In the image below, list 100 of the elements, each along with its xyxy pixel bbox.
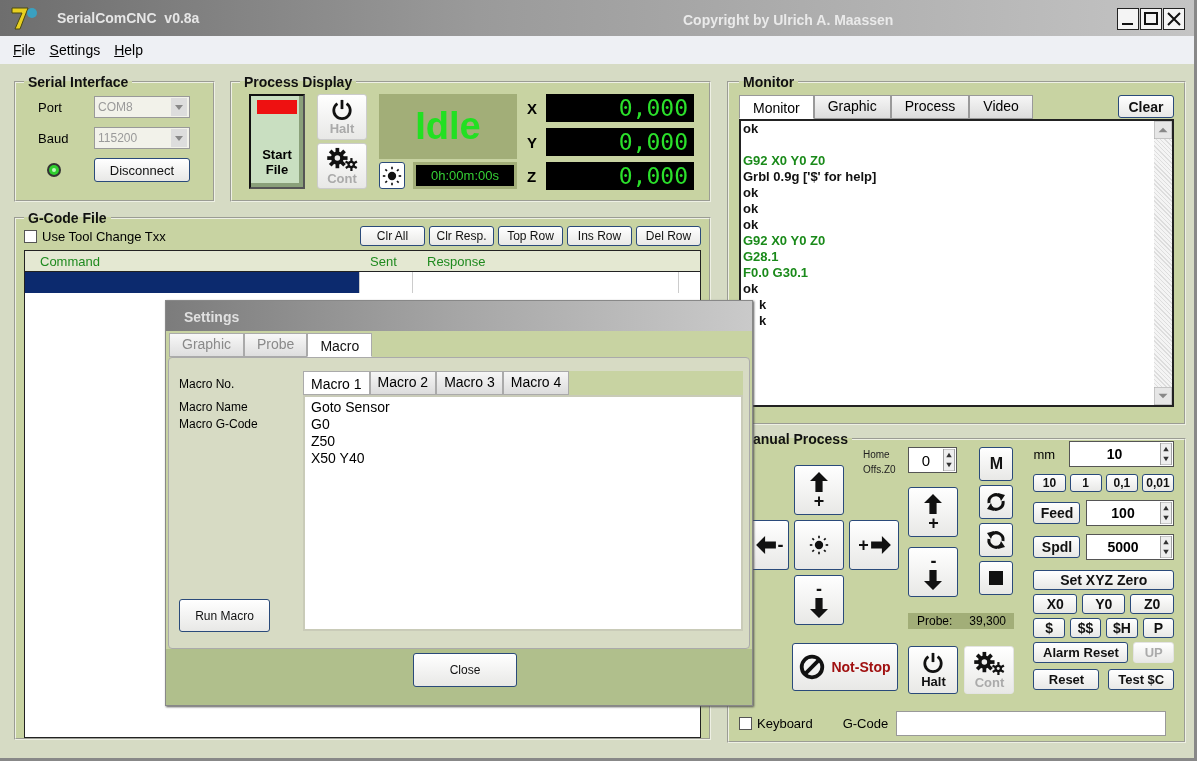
step-button[interactable]: 10 bbox=[1033, 474, 1066, 492]
table-action-button[interactable]: Clr Resp. bbox=[429, 226, 494, 246]
log-line: k bbox=[758, 313, 768, 329]
axis-label: X bbox=[527, 99, 535, 117]
stop-button[interactable] bbox=[979, 561, 1014, 595]
lamp-icon bbox=[257, 100, 297, 114]
macro-line: X50 Y40 bbox=[311, 450, 366, 467]
number-spinner[interactable]: 100 bbox=[1086, 500, 1174, 526]
jog-button[interactable]: - bbox=[908, 547, 959, 597]
macro-line: Z50 bbox=[311, 433, 337, 450]
maximize-icon[interactable] bbox=[1140, 8, 1162, 30]
table-action-button[interactable]: Ins Row bbox=[567, 226, 632, 246]
jog-button[interactable]: - bbox=[752, 520, 789, 570]
table-action-button[interactable]: Del Row bbox=[636, 226, 701, 246]
tab[interactable]: Process bbox=[890, 95, 970, 119]
halt-button[interactable]: Halt bbox=[908, 646, 959, 694]
axis-label: Z bbox=[527, 167, 535, 185]
scrollbar[interactable] bbox=[1154, 121, 1172, 405]
menu-item[interactable]: File bbox=[13, 42, 36, 58]
minimize-icon[interactable] bbox=[1117, 8, 1139, 30]
menu-item[interactable]: Help bbox=[114, 42, 143, 58]
tool-change-checkbox[interactable]: Use Tool Change Txx bbox=[24, 228, 166, 244]
test-button[interactable]: Test $C bbox=[1108, 669, 1174, 690]
spin-arrows-icon bbox=[1160, 443, 1172, 465]
table-action-button[interactable]: Top Row bbox=[498, 226, 563, 246]
log-line: F0.0 G30.1 bbox=[743, 265, 810, 281]
table-action-button[interactable]: Clr All bbox=[360, 226, 425, 246]
jog-button[interactable]: + bbox=[908, 487, 959, 537]
spin-arrows-icon bbox=[1160, 536, 1172, 558]
arrow-icon bbox=[924, 494, 943, 514]
command-button[interactable]: $H bbox=[1106, 618, 1138, 638]
app-logo-icon bbox=[10, 5, 40, 31]
run-macro-button[interactable]: Run Macro bbox=[179, 599, 270, 632]
log-line: k bbox=[758, 297, 768, 313]
log-line: Grbl 0.9g ['$' for help] bbox=[743, 169, 878, 185]
number-spinner[interactable]: 5000 bbox=[1086, 534, 1174, 560]
tab[interactable]: Video bbox=[969, 95, 1033, 119]
jog-button[interactable]: - bbox=[794, 575, 844, 625]
window-title: SerialComCNC v0.8a bbox=[57, 10, 200, 26]
number-spinner[interactable]: 10 bbox=[1069, 441, 1174, 467]
scroll-down-icon[interactable] bbox=[1154, 387, 1172, 405]
scroll-up-icon[interactable] bbox=[1154, 121, 1172, 139]
tab[interactable]: Macro bbox=[307, 333, 373, 357]
tab[interactable]: Macro 4 bbox=[502, 371, 570, 395]
log-line: ok bbox=[743, 185, 760, 201]
axis-zero-button[interactable]: X0 bbox=[1033, 594, 1077, 614]
number-spinner[interactable]: 0 bbox=[908, 447, 958, 473]
menu-item[interactable]: Settings bbox=[49, 42, 101, 58]
light-button[interactable] bbox=[379, 162, 405, 189]
jog-button[interactable] bbox=[794, 520, 844, 570]
command-button[interactable]: $ bbox=[1033, 618, 1065, 638]
set-zero-button[interactable]: Set XYZ Zero bbox=[1033, 570, 1174, 590]
macro-text-area[interactable]: Goto Sensor G0 Z50 X50 Y40 bbox=[303, 395, 743, 631]
port-label: Port bbox=[37, 99, 63, 115]
spin-arrows-icon bbox=[1160, 502, 1172, 524]
tab[interactable]: Macro 2 bbox=[369, 371, 437, 395]
step-button[interactable]: 1 bbox=[1069, 474, 1102, 492]
keyboard-checkbox[interactable]: Keyboard bbox=[739, 716, 813, 731]
clear-button[interactable]: Clear bbox=[1118, 95, 1174, 118]
disconnect-button[interactable]: Disconnect bbox=[94, 158, 190, 182]
emergency-stop-button[interactable]: Not-Stop bbox=[792, 643, 898, 691]
feed-button[interactable]: Feed bbox=[1033, 502, 1081, 524]
power-icon bbox=[922, 651, 945, 674]
tab[interactable]: Monitor bbox=[739, 95, 814, 119]
arrow-icon bbox=[870, 536, 891, 554]
jog-button[interactable]: + bbox=[794, 465, 844, 515]
column-header: Command bbox=[39, 253, 101, 269]
spindle-button[interactable]: Spdl bbox=[1033, 536, 1081, 558]
tab[interactable]: Graphic bbox=[813, 95, 891, 119]
alarm-reset-button[interactable]: Alarm Reset bbox=[1033, 642, 1129, 663]
tab[interactable]: Macro 3 bbox=[436, 371, 503, 395]
macro-button[interactable]: M bbox=[979, 447, 1014, 481]
close-button[interactable]: Close bbox=[413, 653, 517, 687]
log-line: ok bbox=[743, 281, 760, 297]
rotate-ccw-button[interactable] bbox=[979, 523, 1014, 557]
gcode-input-field[interactable] bbox=[896, 711, 1167, 736]
log-line: ok bbox=[743, 121, 760, 137]
axis-zero-button[interactable]: Y0 bbox=[1082, 594, 1126, 614]
no-entry-icon bbox=[799, 654, 826, 680]
stop-icon bbox=[989, 571, 1004, 585]
arrow-icon bbox=[755, 536, 776, 554]
command-button[interactable]: P bbox=[1142, 618, 1174, 638]
close-icon[interactable] bbox=[1163, 8, 1185, 30]
step-button[interactable]: 0,01 bbox=[1141, 474, 1174, 492]
rotate-cw-button[interactable] bbox=[979, 485, 1014, 519]
step-button[interactable]: 0,1 bbox=[1105, 474, 1138, 492]
start-file-button[interactable]: Start File bbox=[249, 94, 305, 189]
panel-title: Serial Interface bbox=[27, 74, 130, 90]
reset-button[interactable]: Reset bbox=[1033, 669, 1100, 690]
macro-line: G0 bbox=[311, 416, 331, 433]
command-button[interactable]: $$ bbox=[1069, 618, 1102, 638]
baud-label: Baud bbox=[37, 130, 70, 146]
panel-title: G-Code File bbox=[27, 210, 108, 226]
tab[interactable]: Macro 1 bbox=[303, 371, 370, 395]
table-cell[interactable] bbox=[25, 272, 360, 293]
axis-zero-button[interactable]: Z0 bbox=[1130, 594, 1174, 614]
column-header: Sent bbox=[369, 253, 398, 269]
arrow-icon bbox=[810, 472, 828, 492]
jog-button[interactable]: + bbox=[849, 520, 899, 570]
arrow-icon bbox=[924, 570, 943, 590]
